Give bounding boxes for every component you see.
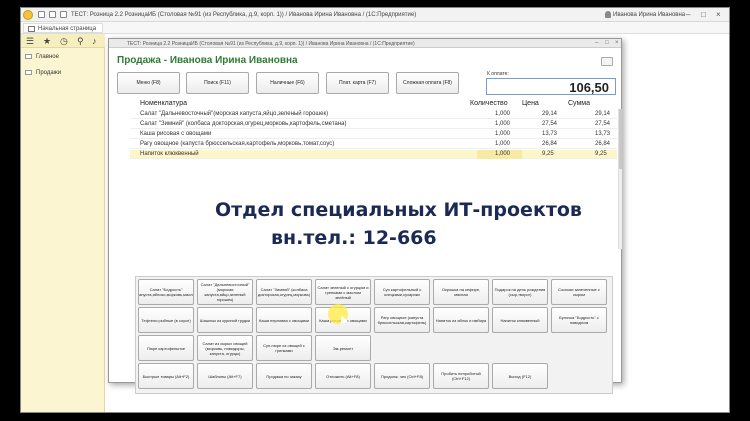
bell-icon[interactable]: ♪ — [92, 37, 97, 46]
page-title: Продажа - Иванова Ирина Ивановна — [117, 55, 298, 66]
exit-button[interactable]: Выход (F12) — [492, 363, 548, 389]
home-icon — [28, 26, 35, 32]
product-button[interactable]: Тефтели рыбные (в соусе) — [138, 307, 194, 333]
product-button[interactable]: Салат "Зимний" (колбаса докторская,огуре… — [256, 279, 312, 305]
table-header: Номенклатура Количество Цена Сумма — [130, 100, 617, 109]
sidebar-toolbar: ☰ ★ ◷ ⚲ ♪ — [21, 34, 105, 48]
table-row[interactable]: Салат "Зимний" (колбаса докторская,огуре… — [130, 120, 617, 129]
back-icon[interactable] — [49, 11, 56, 18]
close-icon[interactable]: × — [716, 10, 721, 19]
product-button[interactable]: Суп-пюре из овощей с гренками — [256, 335, 312, 361]
dialog-close-icon[interactable]: × — [615, 40, 619, 46]
table-scrollbar[interactable] — [618, 109, 622, 249]
product-button[interactable]: Окрошка на кефире, мясная — [433, 279, 489, 305]
card-button[interactable]: Плат. карта (F7) — [326, 72, 389, 94]
col-sum-header: Сумма — [568, 100, 590, 107]
forward-icon[interactable] — [60, 11, 67, 18]
menu-button[interactable]: Меню (F8) — [117, 72, 180, 94]
quick-products-panel: Салат "Бодрость" (капуста,яблоко,морковь… — [135, 276, 613, 394]
product-button[interactable]: Каша перловая с овощами — [256, 307, 312, 333]
overlay-text-line1: Отдел специальных ИТ-проектов — [215, 199, 582, 221]
product-button[interactable]: Салат "Дальневосточный" (морская капуста… — [197, 279, 253, 305]
product-button[interactable]: Напиток клюквенный — [492, 307, 548, 333]
product-button[interactable]: Напиток из яблок и имбиря — [433, 307, 489, 333]
table-row[interactable]: Рагу овощное (капуста брюссельская,карто… — [130, 140, 617, 149]
menu-lines-icon[interactable]: ☰ — [26, 37, 34, 46]
complex-payment-button[interactable]: Сложная оплата (F8) — [396, 72, 459, 94]
table-row[interactable]: Салат "Дальневосточный"(морская капуста,… — [130, 110, 617, 119]
sidebar-item-sales[interactable]: Продажи — [25, 70, 61, 76]
col-qty-header: Количество — [470, 100, 508, 107]
table-row[interactable]: Каша рисовая с овощами 1,000 13,73 13,73 — [130, 130, 617, 139]
dialog-maximize-icon[interactable]: □ — [605, 40, 609, 46]
product-button[interactable]: Салат из сырых овощей (морковь, помидоры… — [197, 335, 253, 361]
amount-field: 106,50 — [486, 78, 616, 95]
search-button[interactable]: Поиск (F11) — [186, 72, 249, 94]
section-icon — [25, 54, 32, 59]
tab-home[interactable]: Начальная страница — [23, 23, 104, 33]
amount-label: К оплате: — [487, 71, 509, 77]
menu-icon[interactable] — [38, 11, 45, 18]
maximize-icon[interactable]: □ — [701, 10, 706, 19]
search-icon[interactable]: ⚲ — [77, 37, 84, 46]
dialog-minimize-icon[interactable]: – — [595, 40, 598, 46]
cash-button[interactable]: Наличные (F6) — [256, 72, 319, 94]
dialog-title-bar: ТЕСТ: Розница 2.2 РозницаИБ (Столовая №9… — [109, 39, 621, 48]
tabs-row: Начальная страница — [21, 22, 729, 34]
postpone-button[interactable]: Отложить (Alt+F8) — [315, 363, 371, 389]
product-button[interactable]: Булочка "Бодрость" с повидлом — [551, 307, 607, 333]
continue-receipt-button[interactable]: Продолж. чек (Ctrl+F8) — [374, 363, 430, 389]
product-button[interactable]: Суп картофельный с клецками,сухарики — [374, 279, 430, 305]
user-icon — [605, 11, 611, 18]
product-button[interactable]: Салат "Бодрость" (капуста,яблоко,морковь… — [138, 279, 194, 305]
sidebar: ☰ ★ ◷ ⚲ ♪ Главное Продажи — [21, 34, 105, 412]
amount-value: 106,50 — [569, 80, 609, 95]
product-button[interactable]: Шашлык из куриной грудки — [197, 307, 253, 333]
current-user: Иванова Ирина Ивановна — [613, 12, 686, 18]
product-button[interactable]: Пюре картофельное — [138, 335, 194, 361]
more-menu-icon[interactable] — [601, 57, 613, 66]
col-name-header: Номенклатура — [140, 100, 187, 107]
application-window: ТЕСТ: Розница 2.2 РозницаИБ (Столовая №9… — [20, 7, 730, 413]
window-title: ТЕСТ: Розница 2.2 РозницаИБ (Столовая №9… — [71, 12, 417, 18]
quick-goods-button[interactable]: Быстрые товары (Alt+F2) — [138, 363, 194, 389]
scrollbar-thumb[interactable] — [619, 109, 622, 169]
product-button[interactable]: Салат зеленый с огурцом и гренками с мас… — [315, 279, 371, 305]
minimize-icon[interactable]: – — [686, 10, 690, 19]
star-icon[interactable]: ★ — [43, 37, 51, 46]
overlay-text-line2: вн.тел.: 12-666 — [271, 227, 437, 249]
col-price-header: Цена — [522, 100, 539, 107]
tab-home-label: Начальная страница — [38, 26, 97, 32]
title-bar: ТЕСТ: Розница 2.2 РозницаИБ (Столовая №9… — [21, 8, 729, 22]
sidebar-item-main[interactable]: Главное — [25, 54, 59, 60]
table-row-selected[interactable]: Напиток клюквенный 1,000 9,25 9,25 — [130, 150, 617, 159]
section-icon — [25, 70, 32, 75]
sale-by-order-button[interactable]: Продажа по заказу — [256, 363, 312, 389]
product-button[interactable]: Сосиски запеченные с сыром — [551, 279, 607, 305]
app-logo-icon — [23, 10, 33, 20]
history-icon[interactable]: ◷ — [60, 37, 68, 46]
product-button[interactable]: Подарок на день рождения (сыр,творог) — [492, 279, 548, 305]
templates-button[interactable]: Шаблоны (Alt+F7) — [197, 363, 253, 389]
product-button[interactable]: Рагу овощное (капуста брюссельская,карто… — [374, 307, 430, 333]
print-unprinted-button[interactable]: Пробить непробитый (Ctrl+F12) — [433, 363, 489, 389]
product-button[interactable]: Эм-ремонт — [315, 335, 371, 361]
